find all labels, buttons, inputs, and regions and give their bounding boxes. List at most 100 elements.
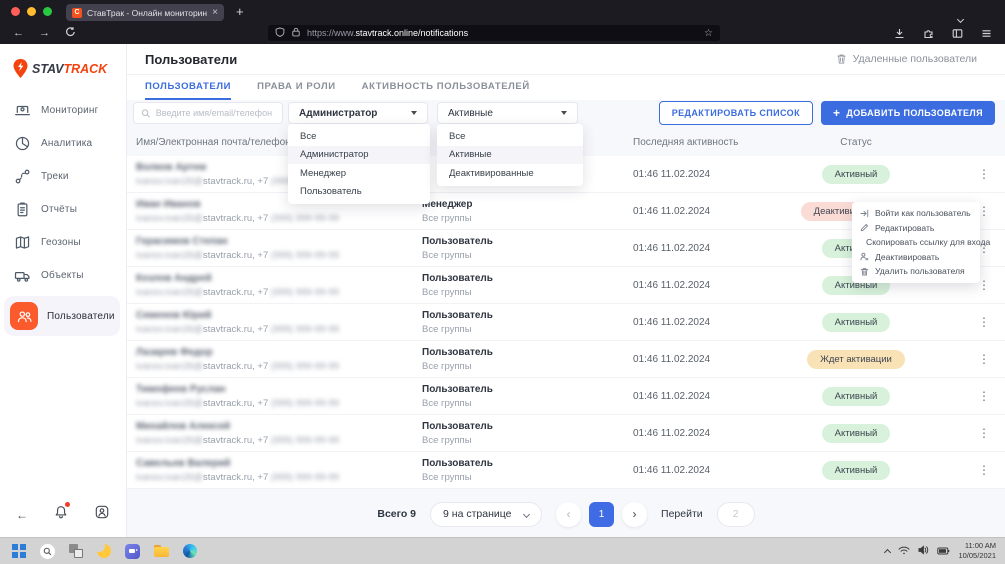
status-dropdown-option[interactable]: Все bbox=[437, 127, 583, 146]
logo-pin-icon bbox=[12, 58, 29, 80]
night-light-moon-icon[interactable] bbox=[97, 543, 111, 559]
table-row: Семенов Юрий ivanov.ivan26@stavtrack.ru,… bbox=[127, 304, 1005, 341]
download-icon[interactable] bbox=[894, 28, 905, 39]
last-activity: 01:46 11.02.2024 bbox=[627, 465, 767, 476]
per-page-select[interactable]: 9 на странице bbox=[430, 502, 542, 527]
user-role: Пользователь bbox=[422, 236, 627, 247]
role-dropdown-option[interactable]: Менеджер bbox=[288, 164, 430, 183]
role-dropdown-option[interactable]: Все bbox=[288, 127, 430, 146]
task-view-icon[interactable] bbox=[69, 543, 83, 559]
status-badge: Активный bbox=[822, 165, 891, 184]
menu-delete-user[interactable]: Удалить пользователя bbox=[852, 264, 980, 279]
collapse-sidebar-icon[interactable]: ← bbox=[16, 508, 28, 522]
add-user-button[interactable]: + ДОБАВИТЬ ПОЛЬЗОВАТЕЛЯ bbox=[821, 101, 995, 125]
window-zoom-button[interactable] bbox=[43, 7, 52, 16]
forward-button[interactable]: → bbox=[39, 27, 50, 39]
battery-icon[interactable] bbox=[937, 542, 950, 560]
user-contact: ivanov.ivan26@stavtrack.ru, +7 (999) 999… bbox=[136, 472, 417, 483]
user-contact: ivanov.ivan26@stavtrack.ru, +7 (999) 999… bbox=[136, 435, 417, 446]
taskbar-search-icon[interactable] bbox=[40, 543, 55, 559]
sidebar-item-tracks[interactable]: Треки bbox=[0, 160, 126, 193]
browser-chrome: С СтавТрак - Онлайн мониторин × + ← → ht… bbox=[0, 0, 1005, 44]
role-dropdown-option[interactable]: Пользователь bbox=[288, 183, 430, 202]
edit-list-button[interactable]: РЕДАКТИРОВАТЬ СПИСОК bbox=[659, 101, 813, 125]
role-filter-select[interactable]: Администратор bbox=[288, 102, 428, 124]
search-box[interactable] bbox=[133, 102, 283, 124]
edge-browser-icon[interactable] bbox=[183, 543, 197, 559]
file-explorer-icon[interactable] bbox=[154, 543, 169, 559]
status-dropdown-option[interactable]: Деактивированные bbox=[437, 164, 583, 183]
windows-start-button[interactable] bbox=[12, 543, 26, 559]
sidebar-item-monitoring[interactable]: Мониторинг bbox=[0, 94, 126, 127]
user-name: Лазарев Федор bbox=[136, 347, 417, 358]
pagination: Всего 9 9 на странице ‹ 1 › Перейти 2 bbox=[127, 489, 1005, 537]
browser-tab[interactable]: С СтавТрак - Онлайн мониторин × bbox=[66, 4, 224, 21]
current-page-button[interactable]: 1 bbox=[589, 502, 614, 527]
extensions-icon[interactable] bbox=[923, 28, 934, 39]
new-tab-button[interactable]: + bbox=[236, 4, 244, 19]
back-button[interactable]: ← bbox=[13, 27, 24, 39]
profile-icon[interactable] bbox=[94, 504, 110, 525]
deleted-users-link[interactable]: Удаленные пользователи bbox=[836, 53, 977, 65]
chevron-down-icon bbox=[523, 510, 530, 517]
sidebar-toggle-icon[interactable] bbox=[952, 28, 963, 39]
status-filter-select[interactable]: Активные bbox=[437, 102, 578, 124]
sidebar-item-analytics[interactable]: Аналитика bbox=[0, 127, 126, 160]
search-icon bbox=[141, 108, 151, 119]
menu-hamburger-icon[interactable] bbox=[981, 28, 992, 39]
user-group: Все группы bbox=[422, 472, 627, 483]
search-input[interactable] bbox=[156, 108, 275, 118]
row-menu-kebab-icon[interactable]: ⋮ bbox=[978, 352, 990, 366]
taskbar-clock[interactable]: 11:00 AM 10/05/2021 bbox=[958, 541, 996, 562]
main-content: Пользователи Удаленные пользователи ПОЛЬ… bbox=[127, 44, 1005, 537]
menu-login-as-user[interactable]: Войти как пользователь bbox=[852, 206, 980, 221]
menu-deactivate[interactable]: Деактивировать bbox=[852, 250, 980, 265]
sidebar-item-users[interactable]: Пользователи bbox=[4, 296, 120, 336]
reload-button[interactable] bbox=[65, 26, 76, 40]
user-role: Пользователь bbox=[422, 458, 627, 469]
row-menu-kebab-icon[interactable]: ⋮ bbox=[978, 389, 990, 403]
last-activity: 01:46 11.02.2024 bbox=[627, 280, 767, 291]
row-menu-kebab-icon[interactable]: ⋮ bbox=[978, 167, 990, 181]
volume-icon[interactable] bbox=[918, 542, 929, 560]
notification-dot bbox=[65, 502, 70, 507]
user-group: Все группы bbox=[422, 287, 627, 298]
status-dropdown-option[interactable]: Активные bbox=[437, 146, 583, 165]
tray-expand-chevron-icon[interactable] bbox=[884, 549, 891, 556]
wifi-icon[interactable] bbox=[898, 542, 910, 560]
next-page-button[interactable]: › bbox=[622, 502, 647, 527]
sidebar-item-geozones[interactable]: Геозоны bbox=[0, 226, 126, 259]
tab-users[interactable]: ПОЛЬЗОВАТЕЛИ bbox=[145, 75, 231, 100]
window-close-button[interactable] bbox=[11, 7, 20, 16]
url-bar[interactable]: https://www.stavtrack.online/notificatio… bbox=[268, 25, 720, 41]
tab-rights-roles[interactable]: ПРАВА И РОЛИ bbox=[257, 75, 336, 100]
column-status: Статус bbox=[767, 137, 963, 148]
row-menu-kebab-icon[interactable]: ⋮ bbox=[978, 426, 990, 440]
sidebar-item-reports[interactable]: Отчёты bbox=[0, 193, 126, 226]
tracks-icon bbox=[12, 167, 32, 187]
last-activity: 01:46 11.02.2024 bbox=[627, 354, 767, 365]
menu-copy-login-link[interactable]: Скопировать ссылку для входа bbox=[852, 235, 980, 250]
goto-page-input[interactable]: 2 bbox=[717, 502, 755, 527]
user-group: Все группы bbox=[422, 435, 627, 446]
user-role: Менеджер bbox=[422, 199, 627, 210]
notifications-bell-icon[interactable] bbox=[53, 504, 69, 525]
chat-teams-icon[interactable] bbox=[125, 543, 140, 559]
tab-user-activity[interactable]: АКТИВНОСТЬ ПОЛЬЗОВАТЕЛЕЙ bbox=[362, 75, 530, 100]
shield-icon[interactable] bbox=[275, 24, 285, 42]
table-row: Лазарев Федор ivanov.ivan26@stavtrack.ru… bbox=[127, 341, 1005, 378]
caret-down-icon bbox=[411, 111, 417, 115]
menu-edit[interactable]: Редактировать bbox=[852, 221, 980, 236]
prev-page-button[interactable]: ‹ bbox=[556, 502, 581, 527]
tab-close-icon[interactable]: × bbox=[212, 8, 218, 18]
plus-icon: + bbox=[833, 107, 840, 119]
sidebar-item-objects[interactable]: Объекты bbox=[0, 259, 126, 292]
user-contact: ivanov.ivan26@stavtrack.ru, +7 (999) 999… bbox=[136, 250, 417, 261]
bookmark-star-icon[interactable]: ☆ bbox=[704, 28, 713, 39]
role-dropdown-option[interactable]: Администратор bbox=[288, 146, 430, 165]
analytics-icon bbox=[12, 134, 32, 154]
lock-icon[interactable] bbox=[291, 24, 301, 42]
row-menu-kebab-icon[interactable]: ⋮ bbox=[978, 463, 990, 477]
row-menu-kebab-icon[interactable]: ⋮ bbox=[978, 315, 990, 329]
window-minimize-button[interactable] bbox=[27, 7, 36, 16]
